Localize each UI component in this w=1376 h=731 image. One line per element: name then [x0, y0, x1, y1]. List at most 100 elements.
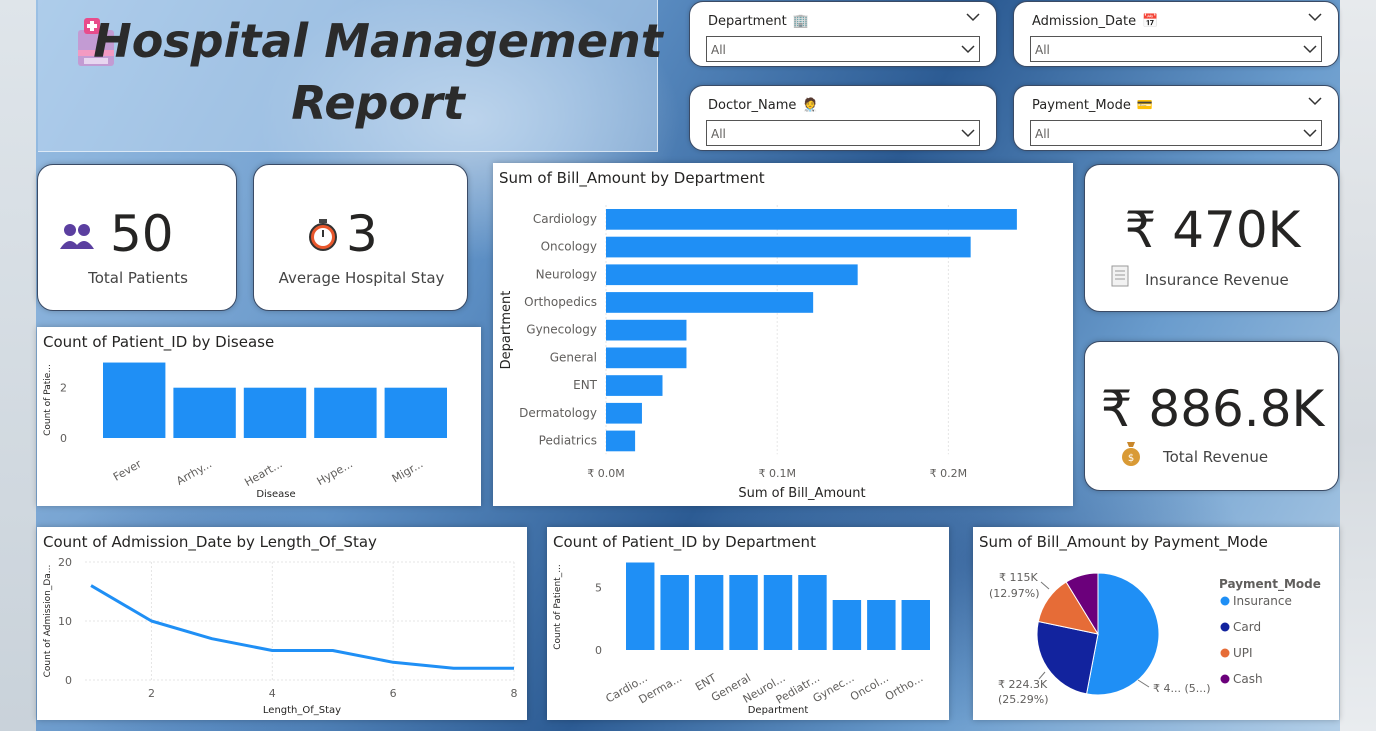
category-label: ENT: [573, 378, 598, 392]
category-label: Dermatology: [519, 406, 597, 420]
bar: [606, 264, 858, 286]
legend-title: Payment_Mode: [1219, 577, 1321, 592]
chevron-down-icon[interactable]: [1308, 96, 1322, 106]
right-margin: [1340, 0, 1376, 731]
bar: [314, 387, 377, 438]
bar: [243, 387, 307, 438]
total-patients-card: 50 Total Patients: [37, 164, 237, 311]
stopwatch-icon: [309, 219, 337, 251]
y-axis-title: Department: [499, 291, 514, 370]
y-tick-label: 10: [58, 615, 72, 628]
bar: [626, 562, 655, 650]
total-revenue-card: ₹ 886.8K $ Total Revenue: [1084, 341, 1339, 491]
building-icon: 🏢: [792, 14, 809, 29]
insurance-revenue-card: ₹ 470K Insurance Revenue: [1084, 164, 1339, 312]
bar: [901, 600, 930, 650]
bar: [606, 236, 971, 258]
calendar-icon: 📅: [1142, 14, 1159, 29]
x-tick-label: ₹ 0.0M: [587, 467, 624, 480]
bar: [660, 575, 689, 650]
chevron-down-icon: [1303, 129, 1317, 138]
bar: [606, 209, 1017, 230]
category-label: Ortho...: [883, 671, 925, 703]
category-label: Pediatrics: [539, 433, 597, 447]
legend-label: Insurance: [1233, 594, 1292, 608]
people-icon: [60, 224, 94, 249]
bar: [694, 575, 724, 650]
bar: [173, 387, 236, 438]
x-axis-title: Disease: [256, 489, 295, 500]
leader-line: [1040, 581, 1050, 590]
category-label: Gynecology: [526, 323, 597, 337]
y-axis-title: Count of Patient_...: [553, 564, 563, 650]
y-tick-label: 0: [60, 432, 67, 445]
slice-label: ₹ 224.3K: [998, 678, 1048, 691]
chevron-down-icon: [961, 129, 975, 138]
department-slicer[interactable]: Department 🏢 All: [689, 1, 997, 67]
x-axis-title: Length_Of_Stay: [263, 705, 341, 716]
patients-by-department-chart[interactable]: Count of Patient_ID by Department 0 5 Card…: [547, 527, 949, 720]
x-axis-title: Sum of Bill_Amount: [738, 486, 865, 501]
chevron-down-icon: [1303, 45, 1317, 54]
admission-date-slicer[interactable]: Admission_Date 📅 All: [1013, 1, 1339, 67]
kpi-label: Insurance Revenue: [1145, 271, 1289, 289]
slicer-label: Doctor_Name: [708, 98, 797, 113]
bar: [606, 402, 642, 424]
admission-date-dropdown[interactable]: All: [1030, 36, 1322, 62]
x-tick-label: ₹ 0.1M: [758, 467, 795, 480]
doctor-name-dropdown[interactable]: All: [706, 120, 980, 146]
kpi-label: Average Hospital Stay: [278, 269, 445, 287]
legend-marker: [1220, 674, 1230, 684]
y-tick-label: 5: [595, 582, 602, 595]
dropdown-value: All: [711, 127, 726, 141]
legend-label: Cash: [1233, 672, 1263, 686]
dropdown-value: All: [711, 43, 726, 57]
category-label: Oncology: [541, 240, 597, 254]
legend-marker: [1220, 648, 1230, 658]
credit-card-icon: 💳: [1136, 98, 1154, 113]
money-bag-icon: $: [1122, 442, 1140, 466]
bar: [384, 387, 447, 438]
payment-mode-dropdown[interactable]: All: [1030, 120, 1322, 146]
bill-by-payment-chart[interactable]: Sum of Bill_Amount by Payment_Mode ₹ 4..…: [973, 527, 1339, 720]
kpi-value: 3: [346, 205, 378, 263]
category-label: Fever: [111, 457, 144, 484]
x-tick-label: 2: [148, 687, 155, 700]
slicer-label: Department: [708, 14, 787, 29]
patients-by-disease-chart[interactable]: Count of Patient_ID by Disease 0 2 Fever Ar…: [37, 327, 481, 506]
bill-by-department-chart[interactable]: Sum of Bill_Amount by Department ₹ 0.0M ₹…: [493, 163, 1073, 506]
bar: [606, 375, 663, 396]
chevron-down-icon[interactable]: [966, 12, 980, 22]
slice-label: (12.97%): [989, 587, 1040, 600]
patients-by-disease-svg: 0 2 Fever Arrhy... Heart... Hype... Migr... Dis…: [43, 362, 447, 500]
bar: [867, 600, 896, 650]
x-tick-label: 4: [269, 687, 276, 700]
title-panel: Hospital Management Report: [38, 0, 663, 152]
left-margin: [0, 0, 36, 731]
department-dropdown[interactable]: All: [706, 36, 980, 62]
bar: [606, 319, 687, 341]
bar: [606, 292, 814, 313]
category-label: Neurology: [536, 267, 597, 281]
legend-marker: [1220, 596, 1230, 606]
category-label: Arrhy...: [174, 457, 214, 488]
y-axis-title: Count of Admission_Da...: [43, 565, 53, 678]
chevron-down-icon[interactable]: [1308, 12, 1322, 22]
bar: [763, 575, 793, 650]
x-tick-label: 6: [390, 687, 397, 700]
kpi-value: ₹ 470K: [1124, 201, 1301, 259]
payment-mode-slicer[interactable]: Payment_Mode 💳 All: [1013, 85, 1339, 151]
dropdown-value: All: [1035, 127, 1050, 141]
category-label: Orthopedics: [524, 295, 597, 309]
kpi-value: ₹ 886.8K: [1100, 380, 1325, 438]
category-label: Oncol...: [848, 671, 891, 703]
admissions-by-stay-chart[interactable]: Count of Admission_Date by Length_Of_Sta…: [37, 527, 527, 720]
legend-label: Card: [1233, 620, 1261, 634]
category-label: Migr...: [390, 457, 426, 485]
slice-label: (25.29%): [998, 693, 1049, 706]
slicer-label: Payment_Mode: [1032, 98, 1131, 113]
doctor-name-slicer[interactable]: Doctor_Name 🧑‍⚕️ All: [689, 85, 997, 151]
y-tick-label: 20: [58, 556, 72, 569]
kpi-value: 50: [110, 205, 174, 263]
bar: [606, 430, 636, 452]
